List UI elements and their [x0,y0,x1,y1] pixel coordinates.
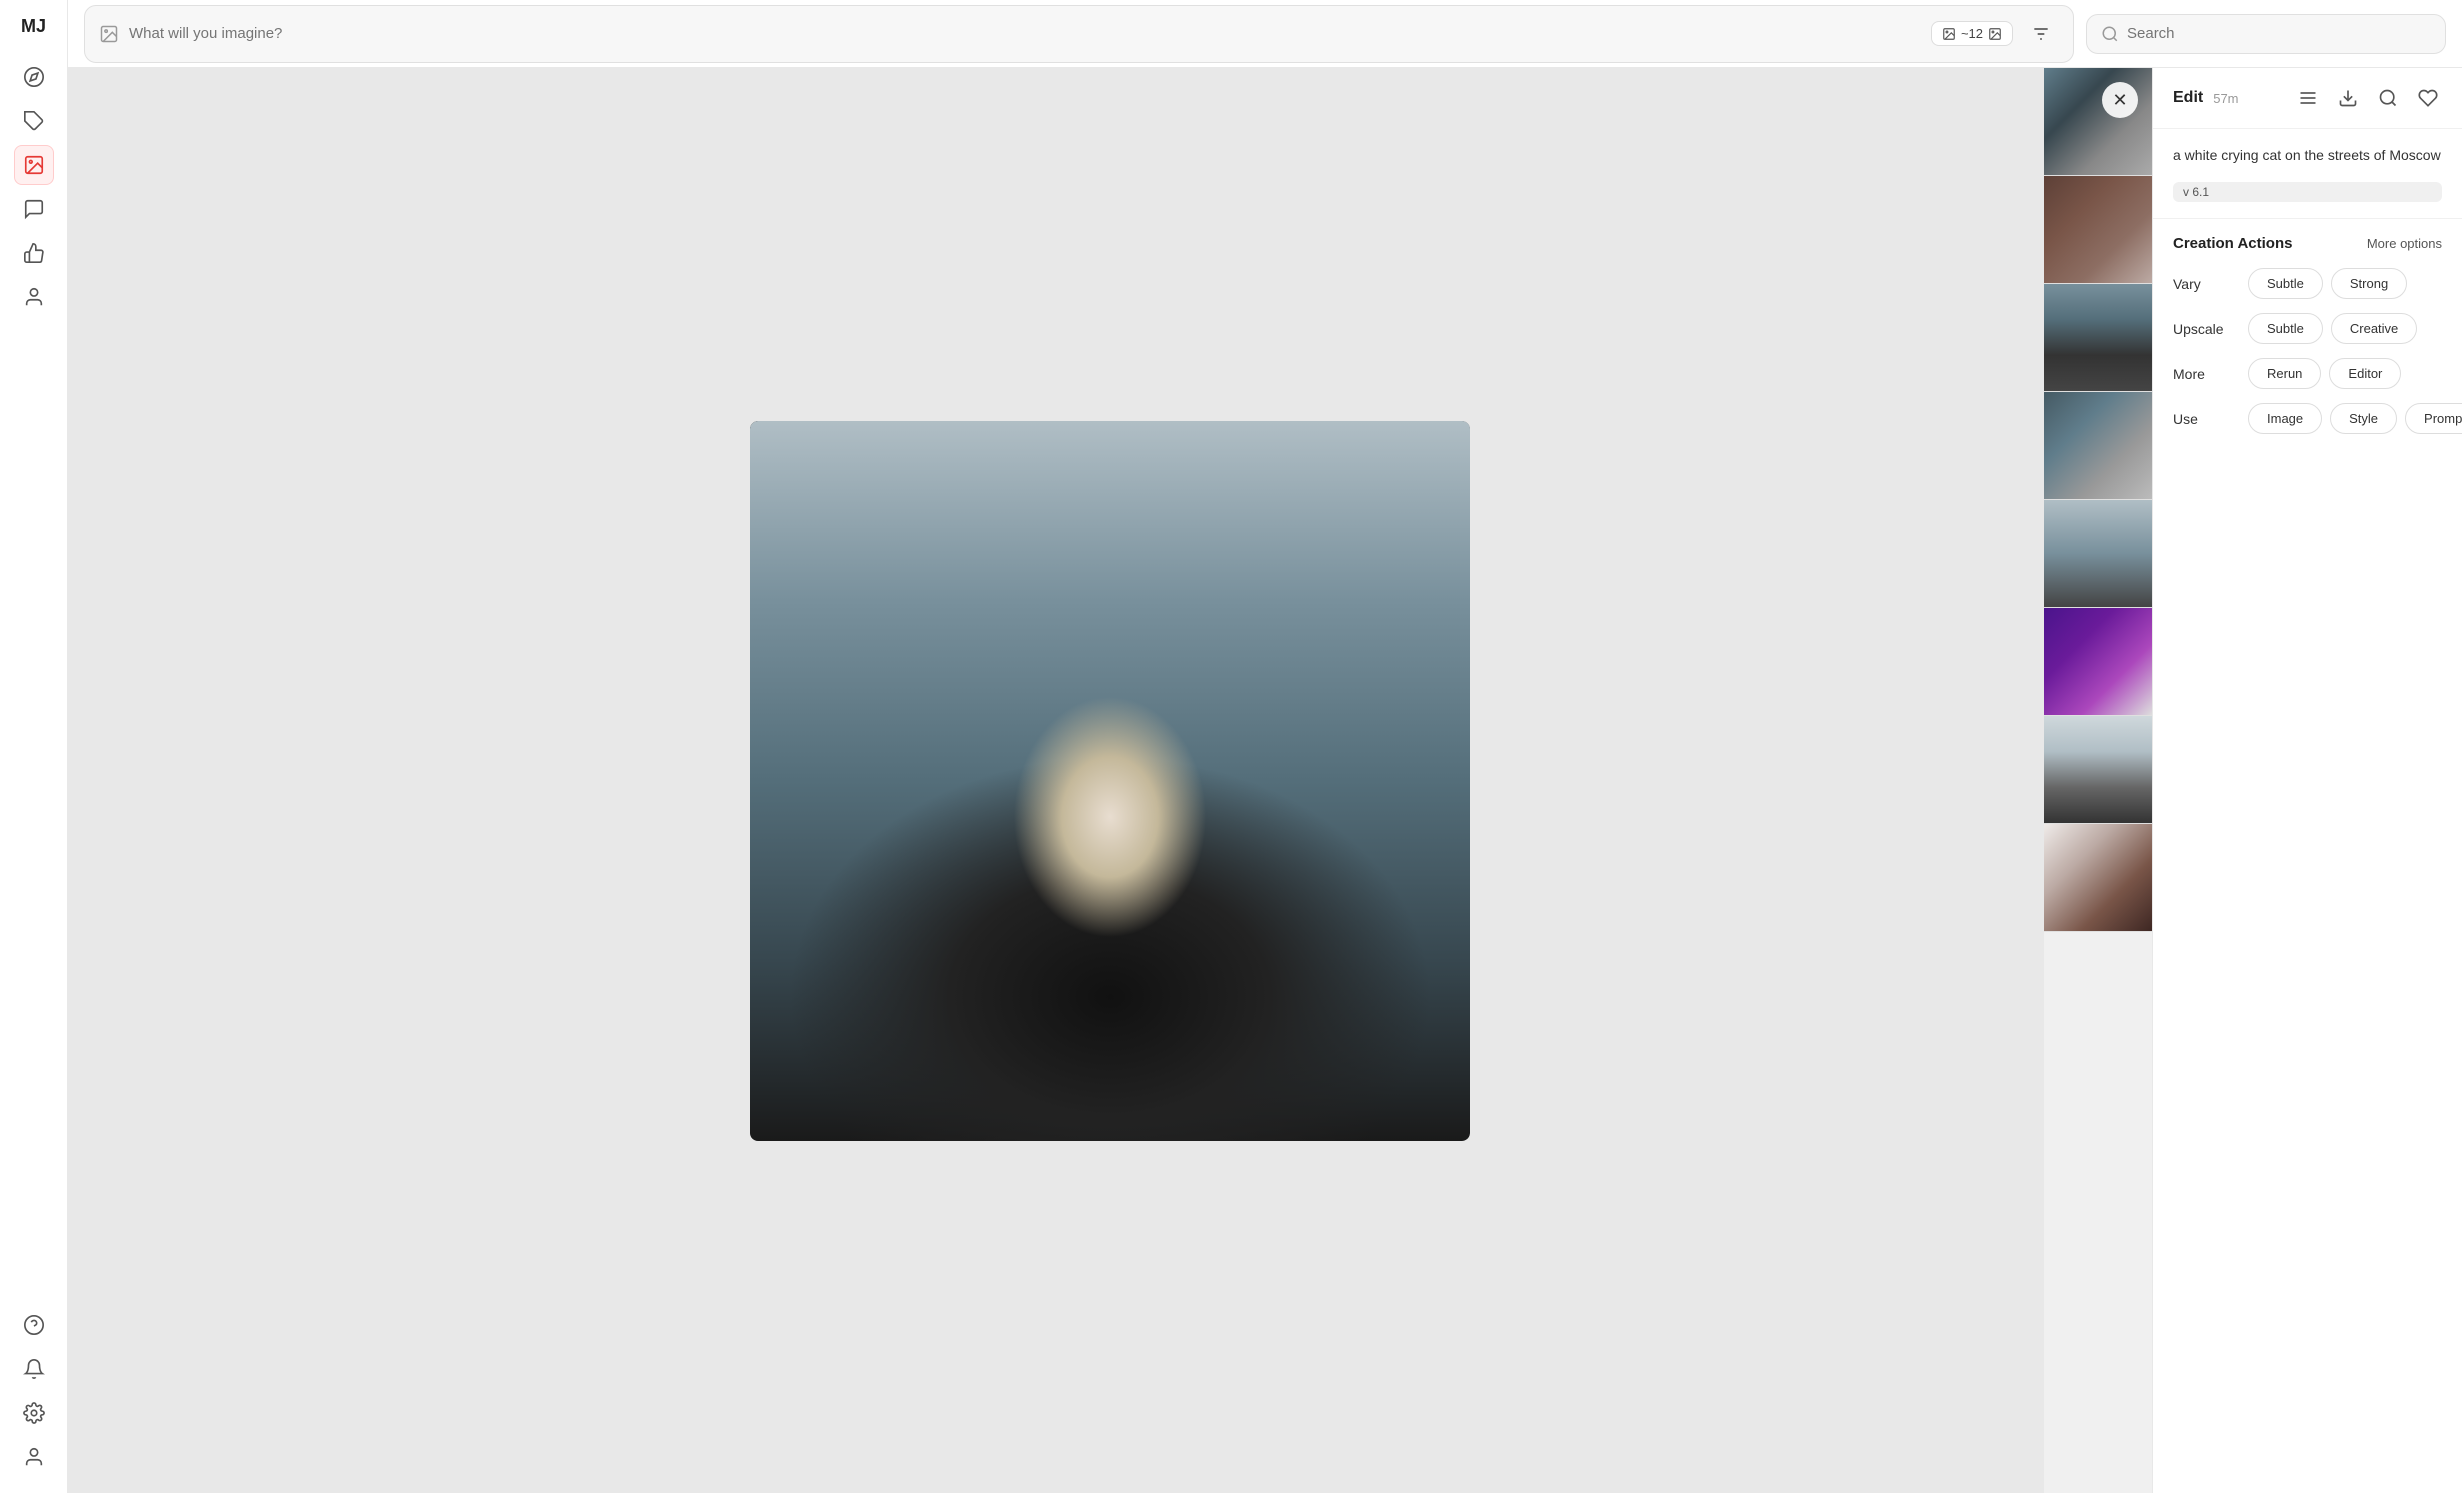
app-logo[interactable]: MJ [21,16,46,37]
rerun-button[interactable]: Rerun [2248,358,2321,389]
actions-header: Creation Actions More options [2173,235,2442,252]
vary-subtle-button[interactable]: Subtle [2248,268,2323,299]
zoom-button[interactable] [2374,84,2402,112]
actions-title: Creation Actions [2173,235,2292,252]
more-buttons: Rerun Editor [2248,358,2401,389]
panel-time: 57m [2213,91,2238,106]
sidebar-item-profile[interactable] [14,277,54,317]
image-count-value: ~12 [1961,26,1983,41]
sidebar-item-compass[interactable] [14,57,54,97]
body-area: ✕ Edit 57m [68,68,2462,1493]
right-panel: Edit 57m a white cry [2152,68,2462,1493]
image-viewer: ✕ [68,68,2152,1493]
sidebar-item-like[interactable] [14,233,54,273]
vary-label: Vary [2173,276,2238,292]
more-options-link[interactable]: More options [2367,236,2442,251]
main-image [750,421,1470,1141]
upscale-creative-button[interactable]: Creative [2331,313,2417,344]
use-image-button[interactable]: Image [2248,403,2322,434]
upscale-label: Upscale [2173,321,2238,337]
main-content: ~12 ✕ [68,0,2462,1493]
use-style-button[interactable]: Style [2330,403,2397,434]
more-label: More [2173,366,2238,382]
panel-description: a white crying cat on the streets of Mos… [2153,129,2462,182]
panel-actions [2294,84,2442,112]
thumbnail-5[interactable] [2044,500,2152,608]
vary-strong-button[interactable]: Strong [2331,268,2407,299]
thumbnail-3[interactable] [2044,284,2152,392]
search-icon [2101,25,2119,43]
prompt-input-container[interactable]: ~12 [84,5,2074,63]
search-container[interactable] [2086,14,2446,54]
thumbnail-4[interactable] [2044,392,2152,500]
use-row: Use Image Style Prompt [2173,403,2442,434]
editor-button[interactable]: Editor [2329,358,2401,389]
sidebar-item-notifications[interactable] [14,1349,54,1389]
more-row: More Rerun Editor [2173,358,2442,389]
download-button[interactable] [2334,84,2362,112]
image-count-badge: ~12 [1931,21,2013,46]
thumbnail-1[interactable] [2044,68,2152,176]
use-label: Use [2173,411,2238,427]
vary-buttons: Subtle Strong [2248,268,2407,299]
panel-title: Edit [2173,89,2203,107]
sidebar-item-chat[interactable] [14,189,54,229]
topbar: ~12 [68,0,2462,68]
image-count-icon [1988,27,2002,41]
heart-button[interactable] [2414,84,2442,112]
thumbnail-strip [2044,68,2152,1493]
use-prompt-button[interactable]: Prompt [2405,403,2462,434]
sidebar-item-tag[interactable] [14,101,54,141]
version-badge: v 6.1 [2173,182,2442,202]
upscale-buttons: Subtle Creative [2248,313,2417,344]
upscale-subtle-button[interactable]: Subtle [2248,313,2323,344]
thumbnail-8[interactable] [2044,824,2152,932]
filter-button[interactable] [2023,16,2059,52]
image-icon [99,24,119,44]
thumbnail-6[interactable] [2044,608,2152,716]
creation-actions: Creation Actions More options Vary Subtl… [2153,218,2462,464]
sidebar-item-user[interactable] [14,1437,54,1477]
main-image-inner [750,421,1470,1141]
sidebar: MJ [0,0,68,1493]
search-input[interactable] [2127,25,2431,42]
close-button[interactable]: ✕ [2102,82,2138,118]
upscale-row: Upscale Subtle Creative [2173,313,2442,344]
vary-row: Vary Subtle Strong [2173,268,2442,299]
panel-header: Edit 57m [2153,68,2462,129]
sidebar-item-help[interactable] [14,1305,54,1345]
sidebar-item-settings[interactable] [14,1393,54,1433]
sidebar-item-images[interactable] [14,145,54,185]
use-buttons: Image Style Prompt [2248,403,2462,434]
menu-icon-button[interactable] [2294,84,2322,112]
thumbnail-2[interactable] [2044,176,2152,284]
prompt-input[interactable] [129,25,1921,42]
thumbnail-7[interactable] [2044,716,2152,824]
